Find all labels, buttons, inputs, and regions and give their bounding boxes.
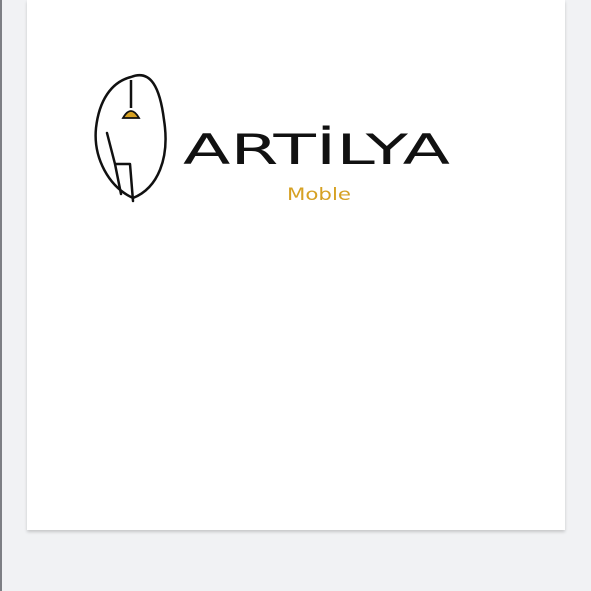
brand-subtitle: Moble bbox=[287, 185, 351, 205]
lamp-shade bbox=[123, 111, 139, 118]
chair-outline bbox=[107, 133, 133, 201]
brand-logo: ARTİLYA Moble bbox=[27, 0, 565, 530]
left-border bbox=[0, 0, 2, 591]
page-background: ARTİLYA Moble bbox=[0, 0, 591, 591]
brand-name: ARTİLYA bbox=[183, 124, 450, 174]
image-card: ARTİLYA Moble bbox=[27, 0, 565, 530]
lamp-chair-circle-icon bbox=[96, 75, 166, 201]
